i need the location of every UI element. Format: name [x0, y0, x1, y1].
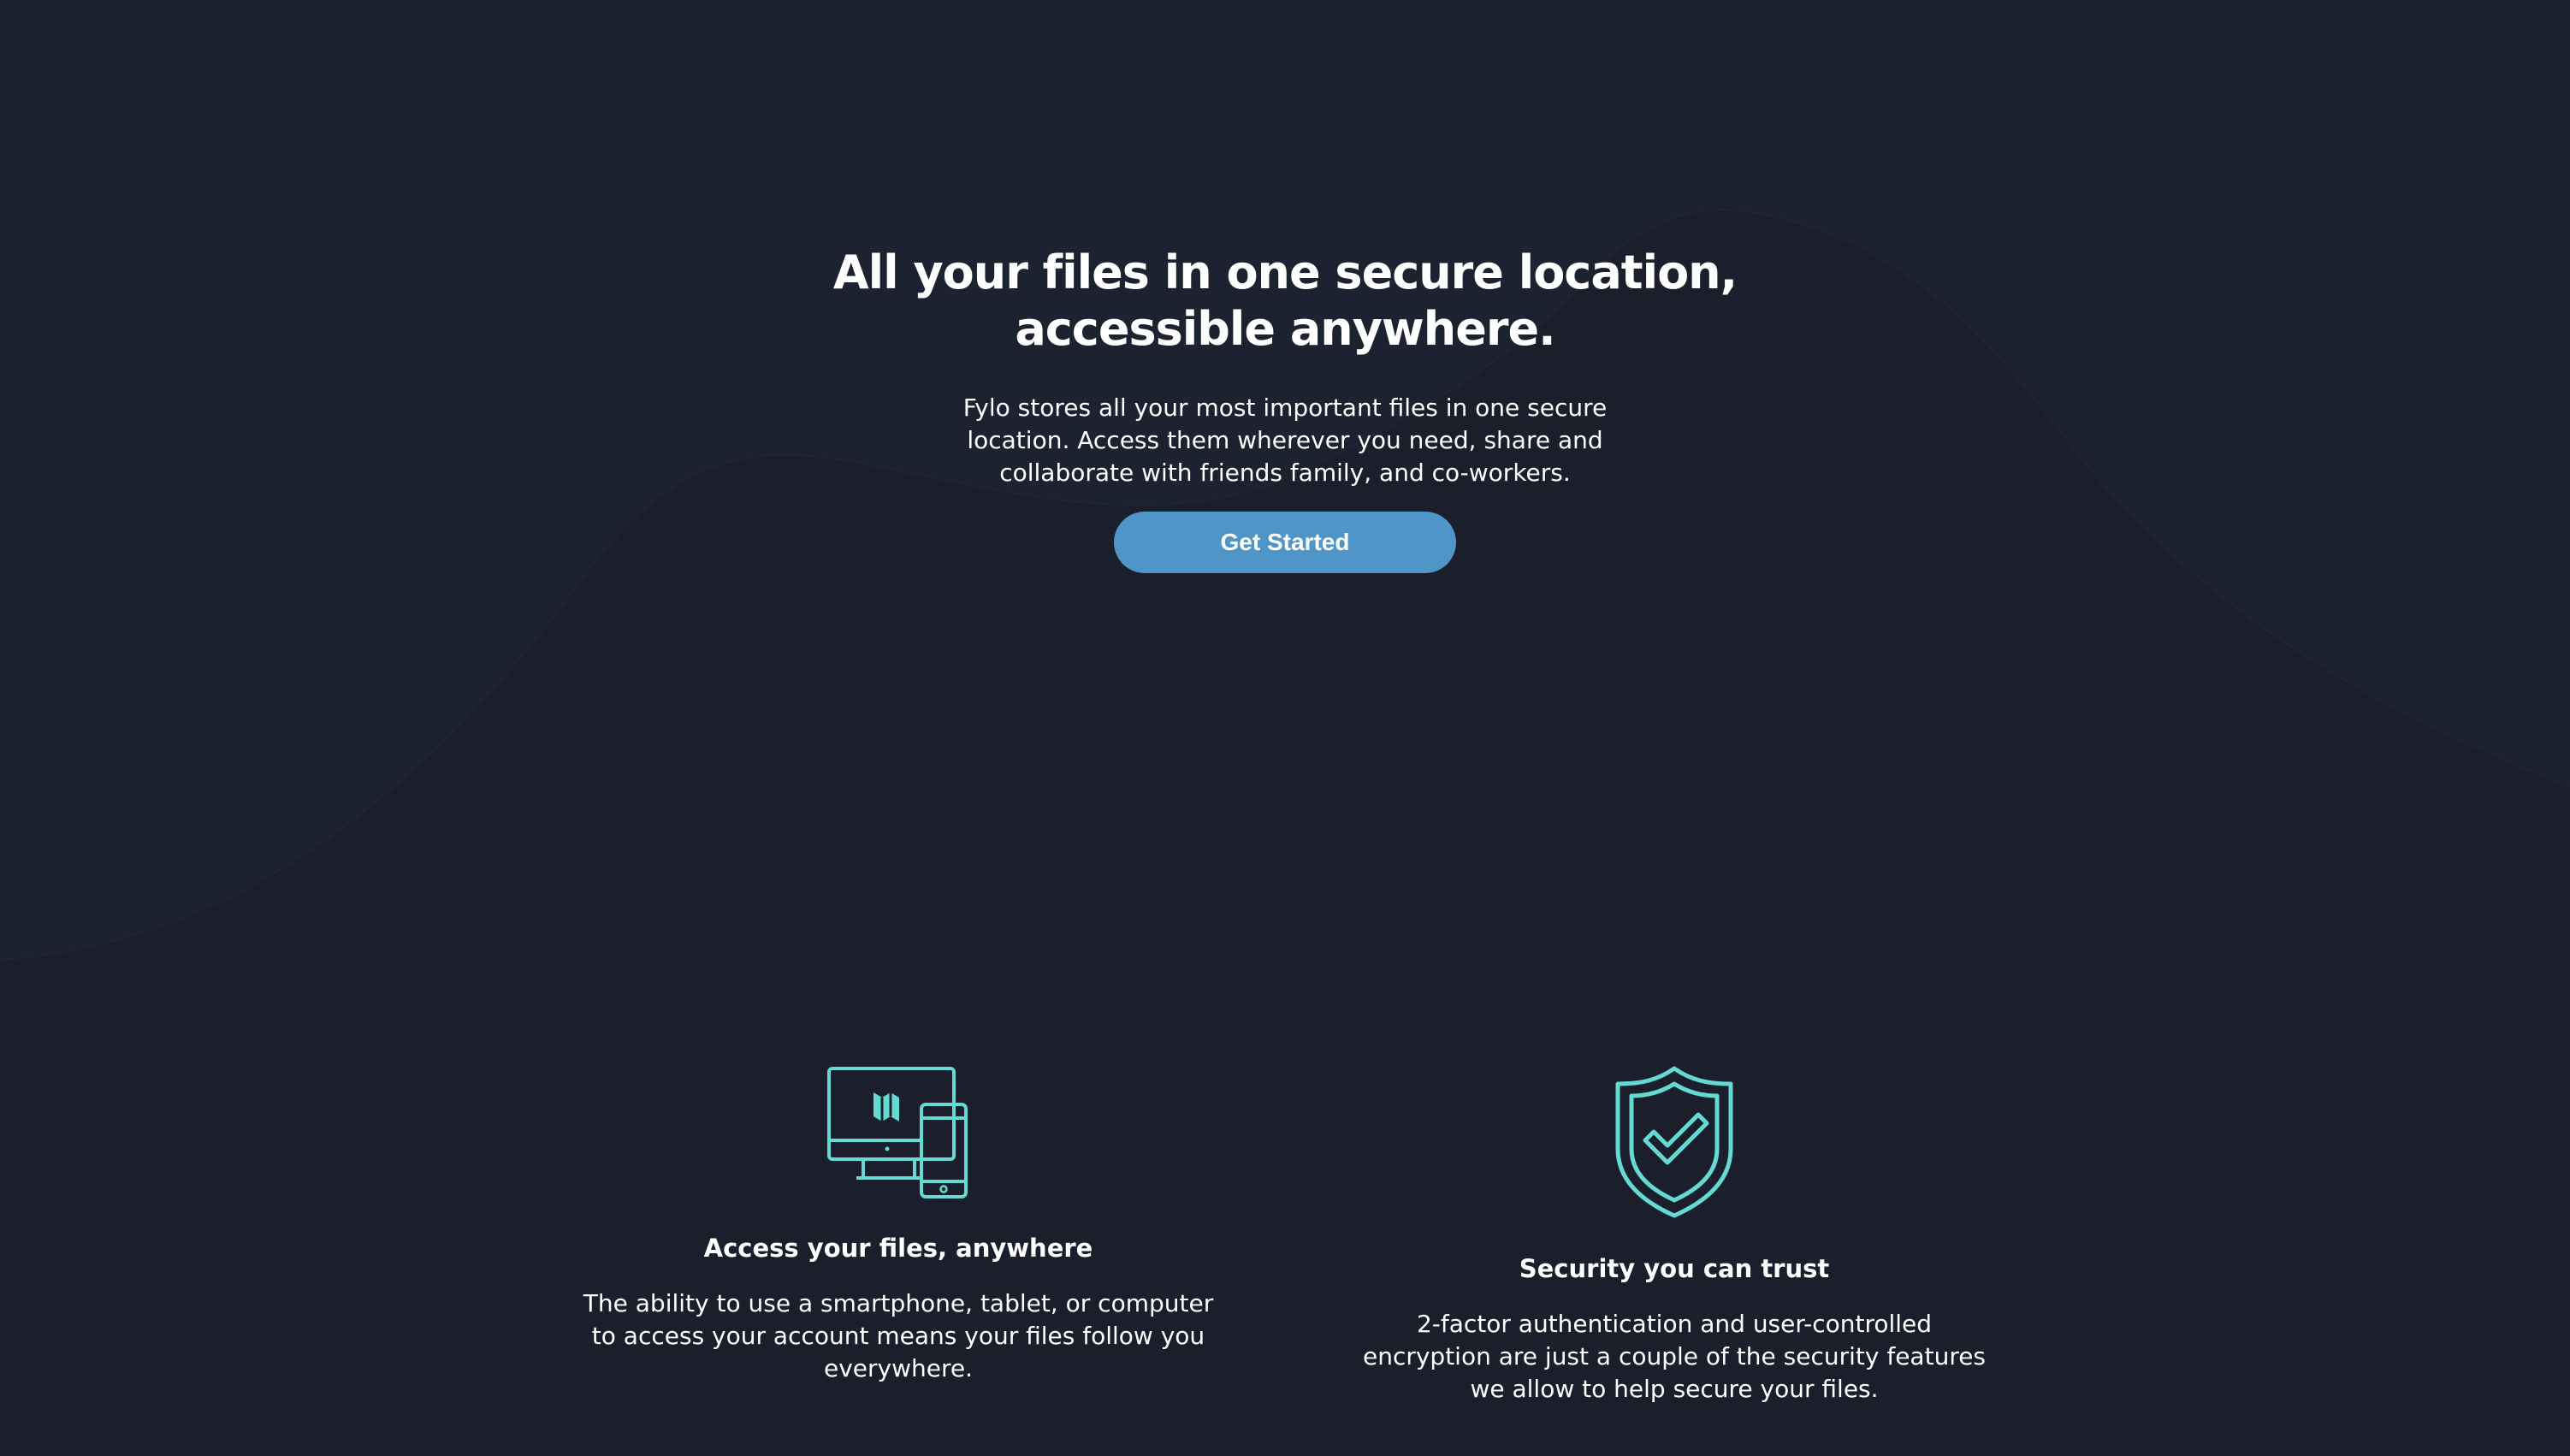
- hero-title-line1: All your files in one secure location,: [832, 246, 1738, 299]
- feature-description: The ability to use a smartphone, tablet,…: [583, 1289, 1214, 1382]
- hero-title-line2: accessible anywhere.: [1015, 302, 1555, 356]
- hero-description: Fylo stores all your most important file…: [962, 394, 1608, 487]
- background-curve: [0, 0, 2570, 1456]
- devices-icon: [827, 1067, 968, 1199]
- feature-title: Access your files, anywhere: [703, 1234, 1093, 1263]
- get-started-button[interactable]: Get Started: [1114, 512, 1456, 573]
- feature-security: Security you can trust 2-factor authenti…: [1349, 1065, 1999, 1406]
- shield-check-icon: [1615, 1066, 1733, 1218]
- hero-section: All your files in one secure location, a…: [0, 245, 2570, 573]
- feature-description: 2-factor authentication and user-control…: [1362, 1310, 1987, 1403]
- hero-title: All your files in one secure location, a…: [814, 245, 1756, 358]
- feature-access-anywhere: Access your files, anywhere The ability …: [573, 1065, 1223, 1385]
- feature-title: Security you can trust: [1519, 1254, 1830, 1283]
